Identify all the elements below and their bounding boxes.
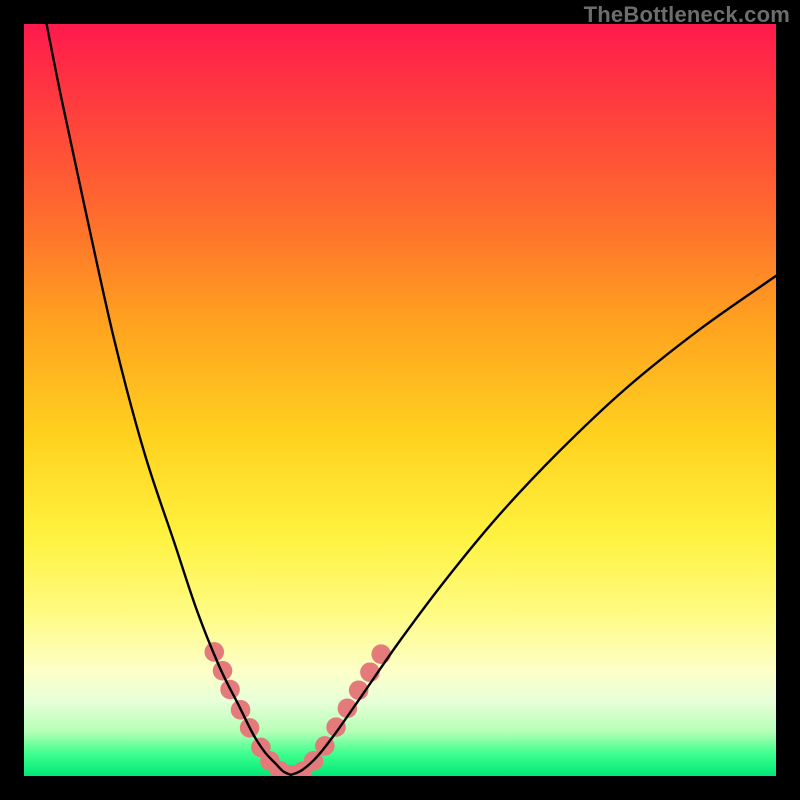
data-blob [371, 644, 391, 664]
right-curve [291, 276, 776, 775]
chart-plot-area [24, 24, 776, 776]
chart-svg [24, 24, 776, 776]
data-blob-layer [204, 642, 391, 776]
left-curve [47, 24, 291, 775]
chart-frame: TheBottleneck.com [0, 0, 800, 800]
watermark-text: TheBottleneck.com [584, 2, 790, 28]
